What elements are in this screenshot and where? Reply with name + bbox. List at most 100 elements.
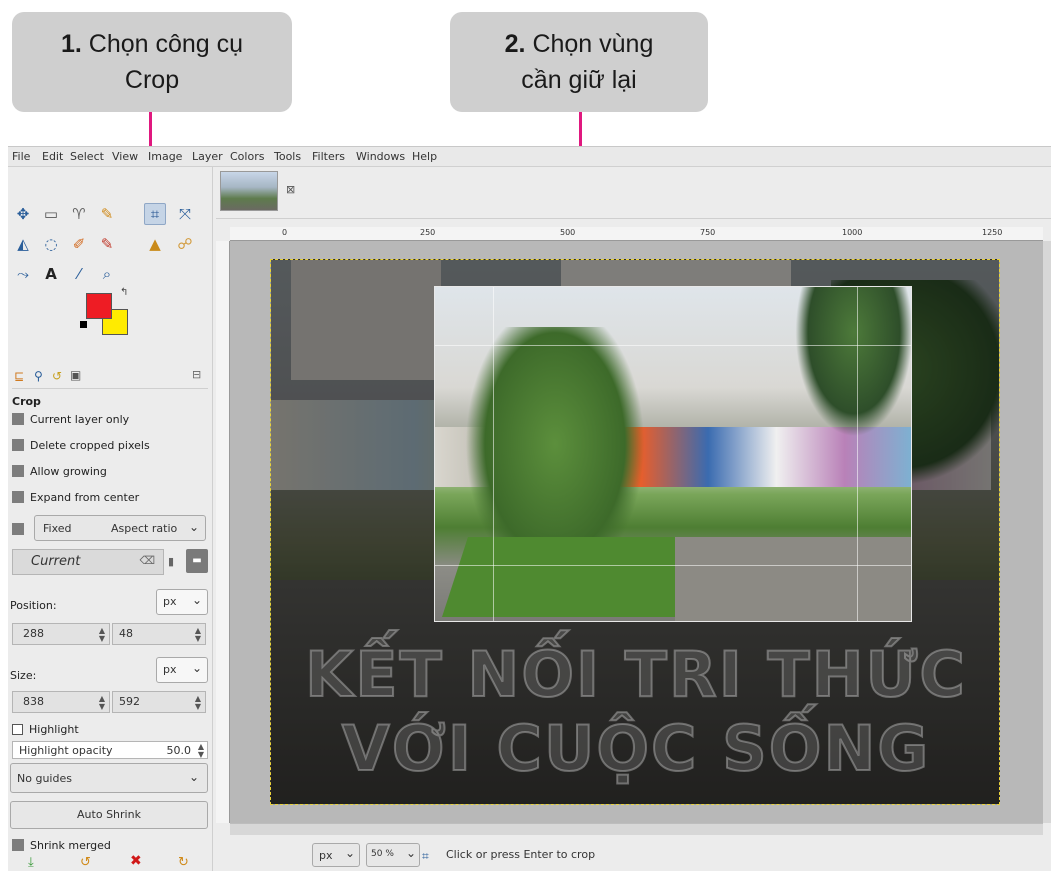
fixed-aspect-dropdown[interactable]: Fixed Aspect ratio ⌄ (34, 515, 206, 541)
horizontal-scrollbar[interactable] (230, 823, 1043, 835)
menu-view[interactable]: View (112, 150, 138, 163)
size-w-spinner[interactable]: ▲ ▼ (99, 695, 105, 711)
aspect-current-field[interactable]: Current ⌫ (12, 549, 164, 575)
expand-from-center-checkbox[interactable]: Expand from center (12, 491, 139, 504)
highlight-opacity-slider[interactable]: Highlight opacity 50.0 ▲ ▼ (12, 741, 208, 759)
pencil-icon[interactable]: ✎ (96, 233, 118, 255)
position-y-value: 48 (119, 627, 133, 640)
position-y-field[interactable]: 48 ▲ ▼ (112, 623, 206, 645)
delete-options-icon[interactable]: ✖ (130, 853, 142, 869)
allow-growing-checkbox[interactable]: Allow growing (12, 465, 107, 478)
undo-history-tab-icon[interactable]: ↺ (52, 369, 62, 383)
clone-icon[interactable]: ▲ (144, 233, 166, 255)
crop-guide (435, 565, 911, 566)
chevron-down-icon: ⌄ (191, 661, 202, 675)
zoom-icon[interactable]: ⌕ (96, 263, 118, 285)
menu-colors[interactable]: Colors (230, 150, 264, 163)
default-colors-icon[interactable] (80, 321, 87, 328)
callout-step-2-line1: Chọn vùng (532, 30, 654, 58)
text-icon[interactable]: A (40, 263, 62, 285)
highlight-checkbox[interactable]: Highlight (12, 723, 79, 736)
crop-rectangle[interactable] (434, 286, 912, 622)
current-layer-only-checkbox[interactable]: Current layer only (12, 413, 129, 426)
size-h-spinner[interactable]: ▲ ▼ (195, 695, 201, 711)
menu-windows[interactable]: Windows (356, 150, 405, 163)
landscape-icon[interactable]: ▬ (186, 549, 208, 573)
image-canvas[interactable]: KẾT NỐI TRI THỨC VỚI CUỘC SỐNG (230, 241, 1043, 823)
menu-select[interactable]: Select (70, 150, 104, 163)
vertical-scrollbar[interactable] (1043, 241, 1051, 823)
position-x-spinner[interactable]: ▲ ▼ (99, 627, 105, 643)
callout-step-1: 1. Chọn công cụ Crop (12, 12, 292, 112)
menu-tools[interactable]: Tools (274, 150, 301, 163)
restore-options-icon[interactable]: ↺ (80, 855, 91, 870)
images-tab-icon[interactable]: ▣ (70, 368, 81, 382)
chevron-down-icon: ⌄ (188, 520, 199, 534)
shrink-merged-checkbox[interactable]: Shrink merged (12, 839, 111, 852)
clear-icon[interactable]: ⌫ (139, 554, 155, 567)
warp-icon[interactable]: ◭ (12, 233, 34, 255)
size-label: Size: (10, 669, 37, 682)
ruler-label: 1000 (842, 228, 863, 237)
menu-file[interactable]: File (12, 150, 30, 163)
guides-value: No guides (17, 772, 72, 785)
fixed-checkbox[interactable] (12, 523, 30, 536)
unified-transform-icon[interactable]: ⤧ (174, 203, 196, 225)
ruler-label: 500 (560, 228, 576, 237)
aspect-ratio-label: Aspect ratio (111, 522, 178, 535)
size-h-field[interactable]: 592 ▲ ▼ (112, 691, 206, 713)
dock-tab-strip: ⊑ ⚲ ↺ ▣ ⊟ (12, 365, 208, 389)
bucket-fill-icon[interactable]: ◌ (40, 233, 62, 255)
highlight-opacity-spinner[interactable]: ▲ ▼ (198, 743, 204, 759)
callout-step-2-number: 2. (504, 30, 526, 58)
ruler-label: 0 (282, 228, 288, 237)
menu-help[interactable]: Help (412, 150, 437, 163)
tool-options-title: Crop (12, 395, 41, 408)
crop-guide (493, 287, 494, 621)
menu-edit[interactable]: Edit (42, 150, 63, 163)
color-picker-icon[interactable]: ⁄ (68, 263, 90, 285)
ruler-label: 750 (700, 228, 716, 237)
toolbox: ✥ ▭ ♈ ✎ ⌗ ⤧ ◭ ◌ ✐ ✎ ▲ ☍ ⤳ A ⁄ ⌕ ↰ ⊑ ⚲ ↺ … (8, 167, 213, 871)
foreground-color-swatch[interactable] (86, 293, 112, 319)
guides-dropdown[interactable]: No guides ⌄ (10, 763, 208, 793)
move-icon[interactable]: ✥ (12, 203, 34, 225)
walkway-crop (675, 537, 911, 621)
crop-icon[interactable]: ⌗ (144, 203, 166, 225)
size-unit-select[interactable]: px ⌄ (156, 657, 208, 683)
current-layer-only-label: Current layer only (30, 413, 130, 426)
rect-select-icon[interactable]: ▭ (40, 203, 62, 225)
crop-status-icon: ⌗ (422, 849, 429, 863)
fuzzy-select-icon[interactable]: ✎ (96, 203, 118, 225)
paths-icon[interactable]: ⤳ (12, 263, 34, 285)
position-unit-select[interactable]: px ⌄ (156, 589, 208, 615)
menu-image[interactable]: Image (148, 150, 182, 163)
device-status-tab-icon[interactable]: ⚲ (34, 369, 43, 383)
configure-tab-icon[interactable]: ⊟ (192, 368, 201, 381)
status-message: Click or press Enter to crop (446, 848, 596, 861)
ruler-label: 1250 (982, 228, 1003, 237)
menu-layer[interactable]: Layer (192, 150, 223, 163)
position-x-field[interactable]: 288 ▲ ▼ (12, 623, 110, 645)
swap-colors-icon[interactable]: ↰ (120, 287, 128, 298)
unit-select[interactable]: px ⌄ (312, 843, 360, 867)
menu-filters[interactable]: Filters (312, 150, 345, 163)
reset-options-icon[interactable]: ↻ (178, 855, 189, 870)
position-y-spinner[interactable]: ▲ ▼ (195, 627, 201, 643)
highlight-opacity-label: Highlight opacity (19, 744, 113, 757)
free-select-icon[interactable]: ♈ (68, 203, 90, 225)
save-options-icon[interactable]: ⤓ (28, 855, 34, 870)
image-tab-thumbnail[interactable] (220, 171, 278, 211)
close-tab-icon[interactable]: ⊠ (286, 183, 295, 196)
portrait-icon[interactable]: ▮ (168, 555, 174, 568)
crop-guide (857, 287, 858, 621)
auto-shrink-button[interactable]: Auto Shrink (10, 801, 208, 829)
shrink-merged-label: Shrink merged (30, 839, 111, 852)
tool-options-tab-icon[interactable]: ⊑ (14, 369, 24, 383)
gimp-window: File Edit Select View Image Layer Colors… (8, 146, 1051, 871)
smudge-icon[interactable]: ☍ (174, 233, 196, 255)
paintbrush-icon[interactable]: ✐ (68, 233, 90, 255)
zoom-select[interactable]: 50 % ⌄ (366, 843, 420, 867)
delete-cropped-pixels-checkbox[interactable]: Delete cropped pixels (12, 439, 150, 452)
size-w-field[interactable]: 838 ▲ ▼ (12, 691, 110, 713)
